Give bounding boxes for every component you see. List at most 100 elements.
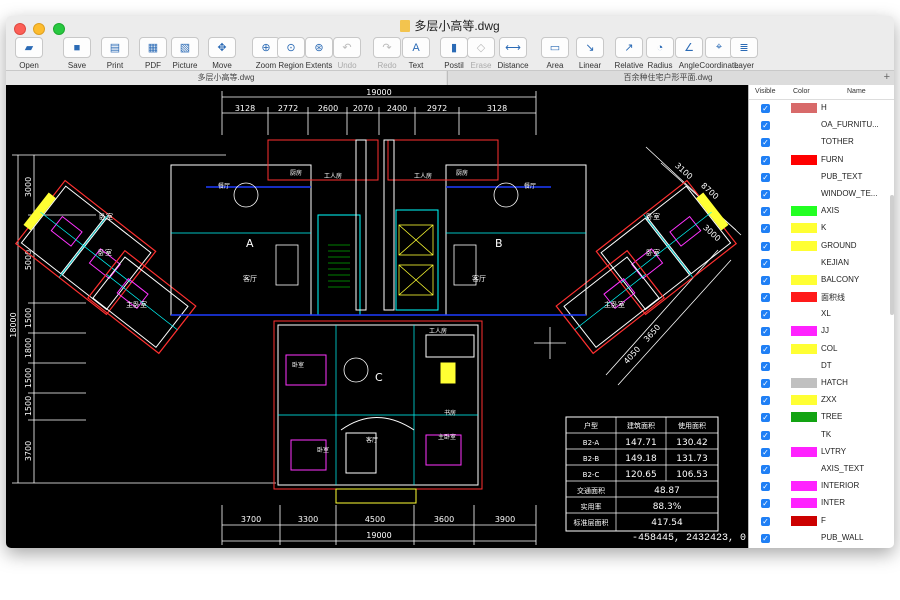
layer-row[interactable]: ✓ F bbox=[749, 513, 894, 530]
layer-row[interactable]: ✓ INTER bbox=[749, 495, 894, 512]
layer-visible-checkbox[interactable]: ✓ bbox=[761, 310, 770, 320]
layer-visible-checkbox[interactable]: ✓ bbox=[761, 379, 770, 388]
layer-visible-checkbox[interactable]: ✓ bbox=[761, 413, 770, 423]
layer-color-swatch[interactable] bbox=[791, 430, 817, 440]
layer-visible-checkbox[interactable]: ✓ bbox=[761, 361, 770, 371]
tab-bar: 多层小高等.dwg 百余种住宅户形平面.dwg + bbox=[6, 70, 894, 86]
layer-color-swatch[interactable] bbox=[791, 206, 817, 217]
layer-row[interactable]: ✓ WINDOW_TE... bbox=[749, 186, 894, 203]
layer-color-swatch[interactable] bbox=[791, 120, 817, 130]
layer-color-swatch[interactable] bbox=[791, 172, 817, 182]
layer-visible-checkbox[interactable]: ✓ bbox=[761, 499, 770, 509]
layer-visible-checkbox[interactable]: ✓ bbox=[761, 482, 770, 492]
layer-row[interactable]: ✓ AXIS_TEXT bbox=[749, 461, 894, 478]
table-cell: 标准层面积 bbox=[574, 518, 609, 527]
layer-color-swatch[interactable] bbox=[791, 395, 817, 406]
layer-row[interactable]: ✓ HATCH bbox=[749, 375, 894, 392]
layer-visible-checkbox[interactable]: ✓ bbox=[761, 104, 770, 113]
layer-color-swatch[interactable] bbox=[791, 481, 817, 492]
layer-row[interactable]: ✓ COL bbox=[749, 341, 894, 358]
layer-visible-checkbox[interactable]: ✓ bbox=[761, 172, 770, 182]
layer-visible-checkbox[interactable]: ✓ bbox=[761, 155, 770, 165]
layer-color-swatch[interactable] bbox=[791, 446, 817, 457]
layer-row[interactable]: ✓ INTERIOR bbox=[749, 478, 894, 495]
layer-color-swatch[interactable] bbox=[791, 223, 817, 234]
layer-color-swatch[interactable] bbox=[791, 189, 817, 199]
top-dimension-lines bbox=[221, 91, 537, 135]
layer-row[interactable]: ✓ BALCONY bbox=[749, 272, 894, 289]
layer-row[interactable]: ✓ AXIS bbox=[749, 203, 894, 220]
layer-visible-checkbox[interactable]: ✓ bbox=[761, 241, 770, 251]
layer-visible-checkbox[interactable]: ✓ bbox=[761, 327, 770, 337]
layer-color-swatch[interactable] bbox=[791, 515, 817, 526]
layer-visible-checkbox[interactable]: ✓ bbox=[761, 138, 770, 148]
layer-visible-checkbox[interactable]: ✓ bbox=[761, 293, 770, 303]
layer-row[interactable]: ✓ JJ bbox=[749, 323, 894, 340]
left-dimension: 3700 bbox=[24, 441, 33, 461]
add-tab-button[interactable]: + bbox=[884, 71, 890, 84]
layer-visible-checkbox[interactable]: ✓ bbox=[761, 224, 770, 234]
layer-visible-checkbox[interactable]: ✓ bbox=[761, 396, 770, 406]
table-cell: 417.54 bbox=[651, 518, 683, 528]
drawing-canvas[interactable]: 19000 3128 2772 2600 2070 2400 2972 3128 bbox=[6, 85, 748, 548]
layer-row[interactable]: ✓ OA_FURNITU... bbox=[749, 117, 894, 134]
layer-visible-checkbox[interactable]: ✓ bbox=[761, 275, 770, 285]
layer-row[interactable]: ✓ TREE bbox=[749, 409, 894, 426]
layer-color-swatch[interactable] bbox=[791, 412, 817, 423]
layer-color-swatch[interactable] bbox=[791, 137, 817, 147]
layer-color-swatch[interactable] bbox=[791, 326, 817, 337]
layer-color-swatch[interactable] bbox=[791, 464, 817, 474]
move-icon: ✥ bbox=[208, 37, 236, 58]
layer-visible-checkbox[interactable]: ✓ bbox=[761, 516, 770, 526]
layer-row[interactable]: ✓ PUB_WALL bbox=[749, 530, 894, 547]
layer-color-swatch[interactable] bbox=[791, 154, 817, 165]
layer-color-swatch[interactable] bbox=[791, 240, 817, 251]
layer-row[interactable]: ✓ GROUND bbox=[749, 238, 894, 255]
layer-color-swatch[interactable] bbox=[791, 292, 817, 303]
open-button[interactable]: ▰ Open bbox=[6, 37, 54, 70]
layer-color-swatch[interactable] bbox=[791, 361, 817, 371]
layer-color-swatch[interactable] bbox=[791, 274, 817, 285]
layer-color-swatch[interactable] bbox=[791, 533, 817, 543]
layer-visible-checkbox[interactable]: ✓ bbox=[761, 430, 770, 440]
layer-name: F bbox=[821, 515, 826, 525]
tab-drawing-1[interactable]: 多层小高等.dwg bbox=[6, 71, 446, 85]
layer-color-swatch[interactable] bbox=[791, 309, 817, 319]
tab-drawing-2[interactable]: 百余种住宅户形平面.dwg bbox=[447, 71, 888, 85]
layer-color-swatch[interactable] bbox=[791, 343, 817, 354]
layer-row[interactable]: ✓ KEJIAN bbox=[749, 255, 894, 272]
layer-row[interactable]: ✓ TOTHER bbox=[749, 134, 894, 151]
layer-visible-checkbox[interactable]: ✓ bbox=[761, 258, 770, 268]
layer-color-swatch[interactable] bbox=[791, 498, 817, 509]
layer-row[interactable]: ✓ TK bbox=[749, 427, 894, 444]
move-button[interactable]: ✥ Move bbox=[197, 37, 247, 70]
layer-row[interactable]: ✓ PUB_TEXT bbox=[749, 169, 894, 186]
layer-visible-checkbox[interactable]: ✓ bbox=[761, 447, 770, 457]
layer-row[interactable]: ✓ FURN bbox=[749, 152, 894, 169]
left-total-dimension: 18000 bbox=[9, 312, 18, 337]
layer-color-swatch[interactable] bbox=[791, 103, 817, 113]
layer-visible-checkbox[interactable]: ✓ bbox=[761, 464, 770, 474]
name-column-header: Name bbox=[847, 88, 866, 95]
floor-plan-drawing: 19000 3128 2772 2600 2070 2400 2972 3128 bbox=[9, 88, 742, 545]
layer-row[interactable]: ✓ 面积线 bbox=[749, 289, 894, 306]
layer-row[interactable]: ✓ K bbox=[749, 220, 894, 237]
layer-row[interactable]: ✓ XL bbox=[749, 306, 894, 323]
layer-visible-checkbox[interactable]: ✓ bbox=[761, 189, 770, 199]
layers-scrollbar[interactable] bbox=[890, 195, 894, 315]
maximize-window-button[interactable] bbox=[52, 23, 65, 35]
close-window-button[interactable] bbox=[14, 23, 26, 35]
layer-row[interactable]: ✓ DT bbox=[749, 358, 894, 375]
layer-visible-checkbox[interactable]: ✓ bbox=[761, 533, 770, 543]
layer-visible-checkbox[interactable]: ✓ bbox=[761, 207, 770, 217]
layer-row[interactable]: ✓ ZXX bbox=[749, 392, 894, 409]
layer-button[interactable]: ≣ Layer bbox=[719, 37, 769, 70]
layer-color-swatch[interactable] bbox=[791, 258, 817, 268]
layer-row[interactable]: ✓ H bbox=[749, 100, 894, 117]
layer-color-swatch[interactable] bbox=[791, 378, 817, 388]
layer-visible-checkbox[interactable]: ✓ bbox=[761, 344, 770, 354]
top-dimension: 2400 bbox=[387, 104, 407, 113]
layer-visible-checkbox[interactable]: ✓ bbox=[761, 121, 770, 131]
minimize-window-button[interactable] bbox=[33, 23, 46, 35]
layer-row[interactable]: ✓ LVTRY bbox=[749, 444, 894, 461]
